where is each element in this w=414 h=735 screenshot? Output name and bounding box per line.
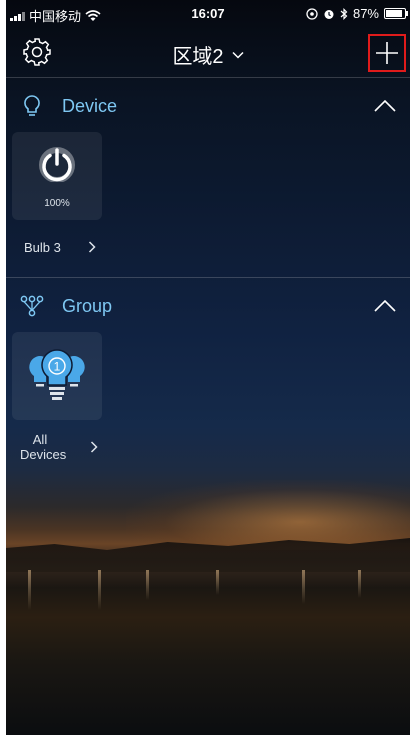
nav-header: 区域2 <box>6 26 410 76</box>
battery-percent: 87% <box>352 6 379 21</box>
device-brightness: 100% <box>44 198 70 209</box>
location-icon <box>306 7 318 20</box>
light-reflection <box>216 570 219 595</box>
group-section-header[interactable]: Group <box>6 286 410 326</box>
status-bar: 中国移动 16:07 87% <box>6 0 410 26</box>
light-reflection <box>302 570 305 604</box>
alarm-icon <box>324 9 334 19</box>
group-nodes-icon <box>20 295 44 317</box>
group-section-title: Group <box>62 296 113 316</box>
battery-fill <box>386 10 402 17</box>
app-screen: 中国移动 16:07 87% 区域2 Device 100% Bulb 3 Gr… <box>6 0 410 735</box>
group-name-line2: Devices <box>20 447 67 462</box>
device-tile[interactable]: 100% <box>12 132 102 220</box>
light-reflection <box>98 570 101 610</box>
chevron-down-icon <box>232 51 244 59</box>
light-reflection <box>28 570 31 610</box>
plus-icon <box>376 42 398 64</box>
light-reflection <box>146 570 149 600</box>
bluetooth-icon <box>340 7 348 20</box>
lightbulb-outline-icon <box>24 95 40 116</box>
device-section-header[interactable]: Device <box>6 86 410 126</box>
horizon-silhouette <box>6 538 410 572</box>
group-name[interactable]: All Devices <box>20 432 67 462</box>
chevron-up-icon[interactable] <box>374 100 396 112</box>
section-divider <box>6 277 410 278</box>
device-name[interactable]: Bulb 3 <box>24 240 61 255</box>
group-name-line1: All <box>32 432 48 447</box>
group-tile[interactable]: 1 <box>12 332 102 420</box>
light-reflection <box>358 570 361 598</box>
chevron-right-icon[interactable] <box>90 441 98 453</box>
power-icon <box>39 147 75 182</box>
page-title: 区域2 <box>172 46 224 68</box>
chevron-up-icon[interactable] <box>374 300 396 312</box>
status-right: 87% <box>306 6 408 21</box>
device-section-title: Device <box>62 96 118 116</box>
battery-icon <box>384 8 408 19</box>
add-button[interactable] <box>368 34 406 72</box>
zone-selector[interactable]: 区域2 <box>6 40 410 69</box>
bulb-group-icon: 1 <box>29 349 85 400</box>
header-divider <box>6 77 410 78</box>
chevron-right-icon[interactable] <box>88 241 96 253</box>
group-count: 1 <box>54 360 61 374</box>
sunset-glow <box>126 480 410 550</box>
